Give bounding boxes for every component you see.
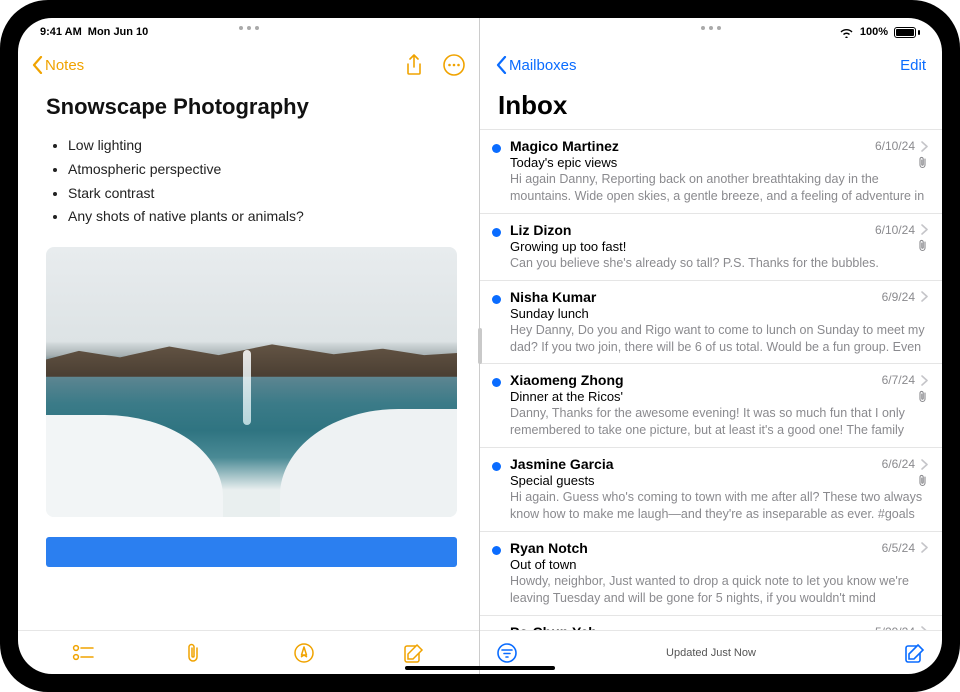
mail-date: 6/9/24 xyxy=(882,290,915,304)
note-second-image-cropped[interactable] xyxy=(46,537,457,567)
status-date: Mon Jun 10 xyxy=(88,26,149,38)
mail-subject: Growing up too fast! xyxy=(510,239,626,254)
attachment-icon xyxy=(917,390,928,403)
wifi-icon xyxy=(839,27,854,38)
markup-button[interactable] xyxy=(293,642,315,664)
mail-sender: Jasmine Garcia xyxy=(510,456,614,472)
notes-back-label: Notes xyxy=(45,57,84,74)
mail-preview: Howdy, neighbor, Just wanted to drop a q… xyxy=(510,573,928,607)
mailboxes-back-button[interactable]: Mailboxes xyxy=(496,56,577,74)
mail-sender: Liz Dizon xyxy=(510,222,571,238)
note-bullet: Atmospheric perspective xyxy=(68,158,457,182)
mail-date: 6/6/24 xyxy=(882,457,915,471)
note-bullet: Low lighting xyxy=(68,134,457,158)
chevron-left-icon xyxy=(496,56,507,74)
mail-subject: Today's epic views xyxy=(510,155,617,170)
mail-sender: Po-Chun Yeh xyxy=(510,624,597,630)
mail-preview: Hi again Danny, Reporting back on anothe… xyxy=(510,171,928,205)
note-attached-image[interactable] xyxy=(46,247,457,517)
battery-percent: 100% xyxy=(860,26,888,38)
mail-updated-status: Updated Just Now xyxy=(666,647,756,659)
note-title: Snowscape Photography xyxy=(46,94,457,120)
battery-icon xyxy=(894,27,920,38)
mail-subject: Out of town xyxy=(510,557,576,572)
status-time: 9:41 AM xyxy=(40,26,82,38)
mail-preview: Danny, Thanks for the awesome evening! I… xyxy=(510,405,928,439)
mail-sender: Magico Martinez xyxy=(510,138,619,154)
mail-subject: Sunday lunch xyxy=(510,306,589,321)
chevron-right-icon xyxy=(921,459,928,470)
mail-message-row[interactable]: Xiaomeng Zhong 6/7/24 Dinner at the Ricos'… xyxy=(480,363,942,447)
filter-button[interactable] xyxy=(496,642,518,664)
ipad-frame: 9:41 AM Mon Jun 10 100% xyxy=(0,0,960,692)
compose-note-button[interactable] xyxy=(403,642,425,664)
mail-date: 5/29/24 xyxy=(875,625,915,630)
unread-dot-icon xyxy=(492,144,501,153)
mail-date: 6/10/24 xyxy=(875,223,915,237)
notes-nav-bar: Notes xyxy=(18,42,479,88)
mail-message-list[interactable]: Magico Martinez 6/10/24 Today's epic views… xyxy=(480,129,942,630)
mail-preview: Hey Danny, Do you and Rigo want to come … xyxy=(510,322,928,356)
note-bullet-list: Low lighting Atmospheric perspective Sta… xyxy=(46,134,457,229)
chevron-right-icon xyxy=(921,141,928,152)
attachment-icon xyxy=(917,239,928,252)
unread-dot-icon xyxy=(492,546,501,555)
attachment-button[interactable] xyxy=(182,642,204,664)
home-indicator[interactable] xyxy=(405,666,555,670)
notes-back-button[interactable]: Notes xyxy=(32,56,84,74)
chevron-left-icon xyxy=(32,56,43,74)
mail-message-row[interactable]: Magico Martinez 6/10/24 Today's epic views… xyxy=(480,129,942,213)
mail-message-row[interactable]: Ryan Notch 6/5/24 Out of townHowdy, neighb… xyxy=(480,531,942,615)
note-bullet: Stark contrast xyxy=(68,182,457,206)
note-bullet: Any shots of native plants or animals? xyxy=(68,205,457,229)
mail-date: 6/5/24 xyxy=(882,541,915,555)
mailboxes-back-label: Mailboxes xyxy=(509,57,577,74)
more-button[interactable] xyxy=(443,54,465,76)
unread-dot-icon xyxy=(492,462,501,471)
chevron-right-icon xyxy=(921,375,928,386)
mail-preview: Hi again. Guess who's coming to town wit… xyxy=(510,489,928,523)
mail-edit-button[interactable]: Edit xyxy=(900,57,926,74)
unread-dot-icon xyxy=(492,228,501,237)
mail-preview: Can you believe she's already so tall? P… xyxy=(510,255,928,272)
chevron-right-icon xyxy=(921,626,928,630)
mail-date: 6/7/24 xyxy=(882,373,915,387)
mail-message-row[interactable]: Nisha Kumar 6/9/24 Sunday lunchHey Danny, … xyxy=(480,280,942,364)
screen: 9:41 AM Mon Jun 10 100% xyxy=(18,18,942,674)
attachment-icon xyxy=(917,156,928,169)
mail-sender: Ryan Notch xyxy=(510,540,588,556)
status-bar: 9:41 AM Mon Jun 10 100% xyxy=(18,18,942,42)
attachment-icon xyxy=(917,474,928,487)
note-content[interactable]: Snowscape Photography Low lighting Atmos… xyxy=(18,88,479,630)
split-view-handle[interactable] xyxy=(478,328,482,364)
share-button[interactable] xyxy=(403,54,425,76)
mail-nav-bar: Mailboxes Edit xyxy=(480,42,942,88)
mail-message-row[interactable]: Jasmine Garcia 6/6/24 Special guestsHi aga… xyxy=(480,447,942,531)
mail-message-row[interactable]: Liz Dizon 6/10/24 Growing up too fast!Can … xyxy=(480,213,942,280)
mail-subject: Dinner at the Ricos' xyxy=(510,389,623,404)
mail-subject: Special guests xyxy=(510,473,595,488)
mail-message-row[interactable]: Po-Chun Yeh5/29/24Lunch call? xyxy=(480,615,942,630)
notes-pane: Notes Snowscape Photography Low lighting… xyxy=(18,18,480,674)
mail-date: 6/10/24 xyxy=(875,139,915,153)
compose-mail-button[interactable] xyxy=(904,642,926,664)
unread-dot-icon xyxy=(492,295,501,304)
mail-pane: Mailboxes Edit Inbox Magico Martinez 6/10… xyxy=(480,18,942,674)
mail-sender: Xiaomeng Zhong xyxy=(510,372,624,388)
chevron-right-icon xyxy=(921,291,928,302)
checklist-button[interactable] xyxy=(72,642,94,664)
mail-sender: Nisha Kumar xyxy=(510,289,596,305)
mail-title: Inbox xyxy=(480,88,942,129)
unread-dot-icon xyxy=(492,378,501,387)
chevron-right-icon xyxy=(921,542,928,553)
chevron-right-icon xyxy=(921,224,928,235)
